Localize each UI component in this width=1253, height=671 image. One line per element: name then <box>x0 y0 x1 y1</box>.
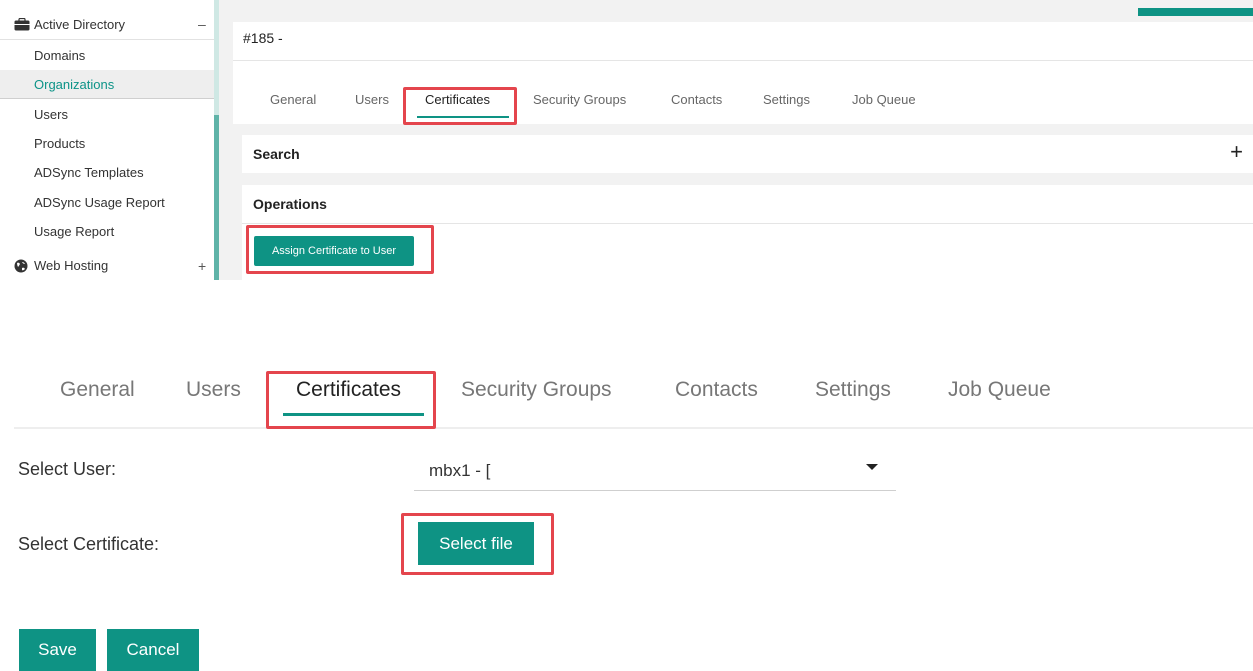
page-title: #185 - <box>243 30 283 46</box>
select-certificate-label: Select Certificate: <box>18 534 160 554</box>
search-panel[interactable]: Search + <box>242 135 1253 173</box>
tab-settings[interactable]: Settings <box>763 92 810 107</box>
divider <box>242 223 1253 224</box>
sidebar-section-label: Active Directory <box>34 17 126 32</box>
cancel-button[interactable]: Cancel <box>107 629 199 671</box>
organization-header-card: #185 - General Users Certificates Securi… <box>233 22 1253 124</box>
sidebar-item-adsync-usage-report[interactable]: ADSync Usage Report <box>0 188 218 217</box>
sidebar-section-label: Web Hosting <box>34 258 109 273</box>
tab-general[interactable]: General <box>270 92 316 107</box>
sidebar-item-organizations[interactable]: Organizations <box>0 70 218 99</box>
sidebar-item-domains[interactable]: Domains <box>0 41 218 70</box>
operations-panel-title: Operations <box>253 196 327 212</box>
sidebar-item-products[interactable]: Products <box>0 129 218 158</box>
select-user-value: mbx1 - [ <box>429 461 491 480</box>
save-button[interactable]: Save <box>19 629 96 671</box>
tab-security-groups[interactable]: Security Groups <box>461 378 612 402</box>
sidebar-section-active-directory[interactable]: Active Directory – <box>0 10 218 40</box>
tab-contacts[interactable]: Contacts <box>671 92 722 107</box>
divider <box>14 427 1253 429</box>
tab-job-queue[interactable]: Job Queue <box>852 92 916 107</box>
expand-toggle[interactable]: + <box>198 258 206 274</box>
sidebar: Active Directory – Domains Organizations… <box>0 0 218 280</box>
select-user-dropdown[interactable]: mbx1 - [ <box>414 451 896 491</box>
briefcase-icon <box>14 17 30 34</box>
search-panel-title: Search <box>253 146 300 162</box>
tab-users[interactable]: Users <box>186 378 241 402</box>
tab-general[interactable]: General <box>60 378 135 402</box>
globe-icon <box>14 259 28 276</box>
sidebar-item-users[interactable]: Users <box>0 100 218 129</box>
chevron-down-icon <box>866 464 878 470</box>
divider <box>233 60 1253 61</box>
tab-job-queue[interactable]: Job Queue <box>948 378 1051 402</box>
sidebar-item-usage-report[interactable]: Usage Report <box>0 217 218 246</box>
collapse-toggle[interactable]: – <box>198 16 206 32</box>
tab-settings[interactable]: Settings <box>815 378 891 402</box>
expand-plus-icon[interactable]: + <box>1230 139 1243 165</box>
highlight-box <box>266 371 436 429</box>
header-accent-bar <box>1138 8 1253 16</box>
tab-security-groups[interactable]: Security Groups <box>533 92 626 107</box>
tab-contacts[interactable]: Contacts <box>675 378 758 402</box>
sidebar-item-adsync-templates[interactable]: ADSync Templates <box>0 158 218 187</box>
highlight-box <box>246 225 434 274</box>
sidebar-section-web-hosting[interactable]: Web Hosting + <box>0 252 218 280</box>
tab-users[interactable]: Users <box>355 92 389 107</box>
sidebar-gutter <box>219 0 231 280</box>
highlight-box <box>403 87 517 125</box>
highlight-box <box>401 513 554 575</box>
select-user-label: Select User: <box>18 459 117 479</box>
